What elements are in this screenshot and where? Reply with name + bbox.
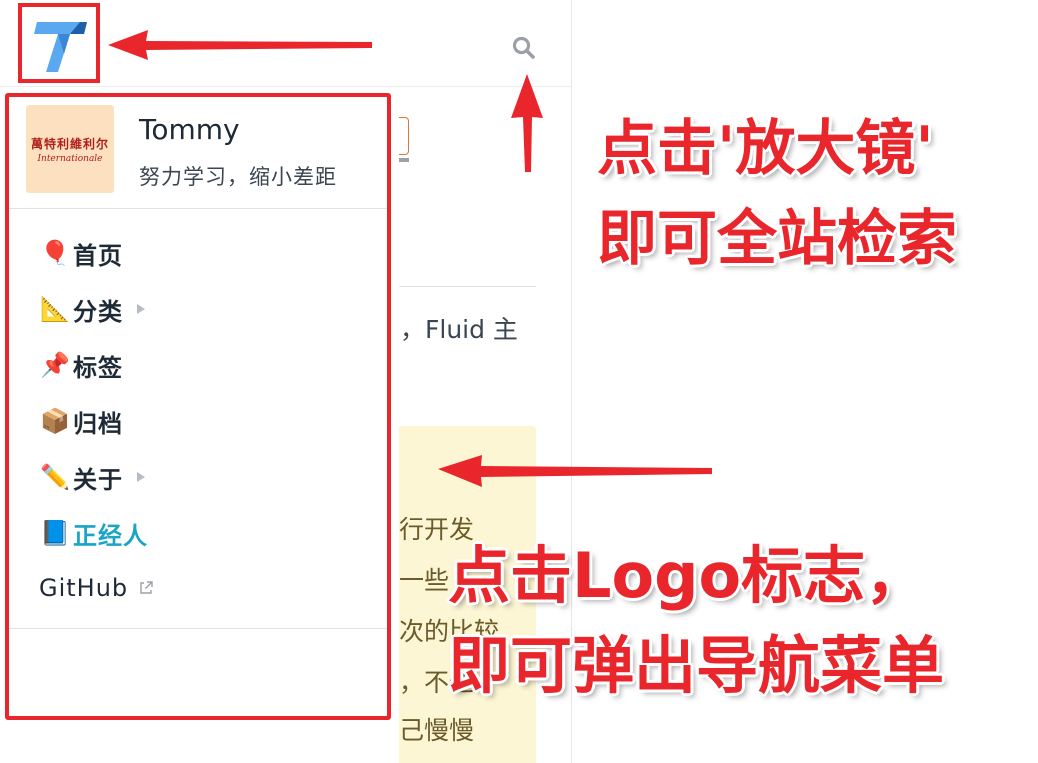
arrow-to-search bbox=[511, 74, 543, 172]
annotation-search-line1: 点击'放大镜' bbox=[597, 114, 934, 184]
annotation-logo-line2: 即可弹出导航菜单 bbox=[448, 629, 945, 702]
arrow-to-logo bbox=[108, 30, 372, 60]
annotation-search-line2: 即可全站检索 bbox=[597, 204, 957, 274]
annotation-logo-line1: 点击Logo标志， bbox=[448, 539, 928, 612]
arrow-to-drawer bbox=[438, 455, 712, 487]
